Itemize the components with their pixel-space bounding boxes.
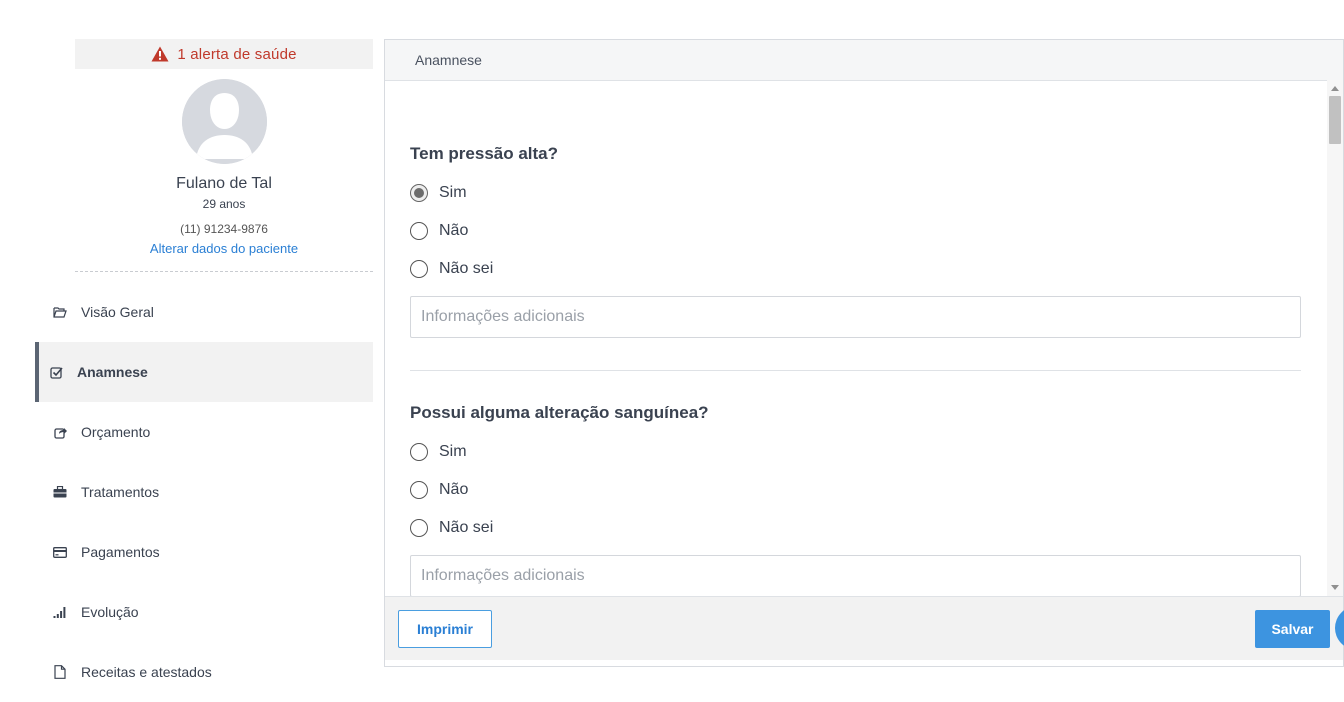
radio-button[interactable] (410, 481, 428, 499)
divider (75, 271, 373, 272)
patient-age: 29 anos (202, 197, 246, 211)
share-square-icon (53, 425, 67, 439)
health-alert-text: 1 alerta de saúde (177, 45, 297, 63)
radio-label: Sim (439, 443, 467, 460)
patient-name: Fulano de Tal (176, 175, 272, 192)
radio-label: Não (439, 481, 469, 498)
radio-button[interactable] (410, 222, 428, 240)
radio-option-q2-nao[interactable]: Não (410, 481, 468, 499)
scroll-down-arrow-icon[interactable] (1331, 585, 1339, 590)
question-title: Possui alguma alteração sanguínea? (410, 403, 709, 422)
sidebar-item-label: Pagamentos (81, 544, 160, 560)
additional-info-input[interactable] (410, 555, 1301, 596)
credit-card-icon (53, 545, 67, 559)
print-button[interactable]: Imprimir (398, 610, 492, 648)
radio-label: Sim (439, 184, 467, 201)
file-icon (53, 665, 67, 679)
edit-patient-link[interactable]: Alterar dados do paciente (75, 241, 373, 256)
scroll-up-arrow-icon[interactable] (1331, 86, 1339, 91)
sidebar-item-pagamentos[interactable]: Pagamentos (35, 522, 373, 582)
vertical-scrollbar[interactable] (1327, 80, 1343, 596)
radio-option-q2-nao-sei[interactable]: Não sei (410, 519, 493, 537)
question-divider (410, 370, 1301, 371)
radio-option-q2-sim[interactable]: Sim (410, 443, 467, 461)
radio-label: Não sei (439, 519, 494, 536)
sidebar-item-label: Evolução (81, 604, 139, 620)
health-alert-banner[interactable]: 1 alerta de saúde (75, 39, 373, 69)
sidebar-item-label: Orçamento (81, 424, 151, 440)
sidebar-item-anamnese[interactable]: Anamnese (35, 342, 373, 402)
anamnese-form: Tem pressão alta? Sim Não Não sei Possui… (385, 80, 1327, 596)
radio-button[interactable] (410, 519, 428, 537)
save-button[interactable]: Salvar (1255, 610, 1330, 648)
sidebar-item-label: Visão Geral (81, 304, 154, 320)
radio-button-selected[interactable] (410, 184, 428, 202)
patient-phone: (11) 91234-9876 (180, 222, 268, 236)
radio-label: Não (439, 222, 469, 239)
sidebar-item-evolucao[interactable]: Evolução (35, 582, 373, 642)
sidebar-item-label: Receitas e atestados (81, 664, 212, 680)
question-title: Tem pressão alta? (410, 144, 559, 163)
warning-triangle-icon (151, 46, 169, 62)
signal-bars-icon (53, 605, 67, 619)
avatar (182, 79, 267, 164)
sidebar-item-orcamento[interactable]: Orçamento (35, 402, 373, 462)
panel-footer: Imprimir Salvar (385, 596, 1343, 660)
sidebar-item-label: Anamnese (77, 364, 148, 380)
radio-button[interactable] (410, 260, 428, 278)
sidebar-item-receitas[interactable]: Receitas e atestados (35, 642, 373, 702)
sidebar-item-label: Tratamentos (81, 484, 160, 500)
anamnese-panel: Anamnese Tem pressão alta? Sim Não Não s… (384, 39, 1344, 667)
radio-option-q1-nao[interactable]: Não (410, 222, 468, 240)
radio-option-q1-sim[interactable]: Sim (410, 184, 467, 202)
briefcase-icon (53, 485, 67, 499)
sidebar-item-visao-geral[interactable]: Visão Geral (35, 282, 373, 342)
sidebar-nav: Visão Geral Anamnese Orçamento Tratament… (35, 282, 373, 702)
radio-button[interactable] (410, 443, 428, 461)
panel-title: Anamnese (385, 40, 1343, 81)
radio-label: Não sei (439, 260, 494, 277)
check-square-icon (49, 365, 63, 379)
folder-open-icon (53, 305, 67, 319)
sidebar-item-tratamentos[interactable]: Tratamentos (35, 462, 373, 522)
additional-info-input[interactable] (410, 296, 1301, 338)
scrollbar-thumb[interactable] (1329, 96, 1341, 144)
radio-option-q1-nao-sei[interactable]: Não sei (410, 260, 493, 278)
